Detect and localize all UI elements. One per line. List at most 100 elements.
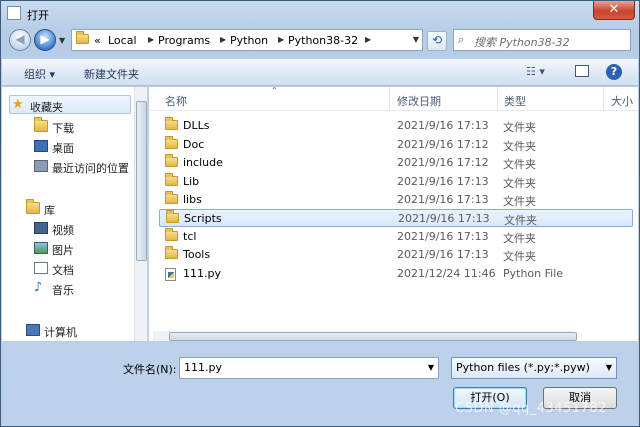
nav-item-computer[interactable]: 计算机 xyxy=(26,322,147,340)
dialog-footer: 文件名(N): 111.py ▼ Python files (*.py;*.py… xyxy=(1,343,639,427)
file-name: include xyxy=(183,156,223,169)
folder-icon xyxy=(165,173,178,186)
breadcrumb-prefix[interactable]: « xyxy=(94,34,101,47)
filename-input[interactable]: 111.py ▼ xyxy=(179,357,439,379)
file-name: Tools xyxy=(183,248,211,261)
back-arrow-icon: ◀ xyxy=(15,32,25,46)
open-file-dialog: 打开 ✕ ◀ ▶ ▼ « Local ▶ Programs ▶ Python ▶… xyxy=(0,0,640,427)
search-placeholder: 搜索 Python38-32 xyxy=(474,36,570,49)
nav-scrollbar[interactable] xyxy=(134,87,147,341)
search-input[interactable]: ⌕ 搜索 Python38-32 xyxy=(453,29,631,51)
search-icon: ⌕ xyxy=(458,33,465,46)
file-row[interactable]: libs 2021/9/16 17:13 文件夹 xyxy=(159,191,633,209)
nav-label: 视频 xyxy=(52,224,74,237)
file-type: 文件夹 xyxy=(503,121,536,134)
file-row[interactable]: Tools 2021/9/16 17:13 文件夹 xyxy=(159,246,633,264)
column-divider[interactable] xyxy=(603,87,604,111)
nav-label: 收藏夹 xyxy=(30,101,63,114)
folder-icon xyxy=(165,191,178,204)
python-file-icon xyxy=(165,268,176,281)
file-date: 2021/12/24 11:46 xyxy=(397,267,496,280)
address-bar[interactable]: « Local ▶ Programs ▶ Python ▶ Python38-3… xyxy=(71,29,423,51)
refresh-icon: ⟲ xyxy=(431,33,443,47)
library-icon xyxy=(26,199,40,214)
file-date: 2021/9/16 17:13 xyxy=(397,230,489,243)
nav-label: 库 xyxy=(44,204,55,217)
chevron-down-icon[interactable]: ▼ xyxy=(606,363,612,372)
music-icon: ♪ xyxy=(34,280,43,295)
column-header-type[interactable]: 类型 xyxy=(504,93,526,109)
nav-item-documents[interactable]: 文档 xyxy=(34,260,147,278)
recent-pages-dropdown-icon[interactable]: ▼ xyxy=(59,36,65,45)
folder-icon xyxy=(165,228,178,241)
file-type-filter[interactable]: Python files (*.py;*.pyw) ▼ xyxy=(451,357,617,379)
nav-label: 下载 xyxy=(52,122,74,135)
star-icon: ★ xyxy=(12,97,24,112)
navigation-pane: ★ 收藏夹 下载 桌面 最近访问的位置 库 视频 图片 文档 ♪ 音乐 计算机 xyxy=(2,87,148,341)
filename-label: 文件名(N): xyxy=(123,363,177,376)
address-dropdown-icon[interactable]: ▼ xyxy=(413,35,419,44)
dialog-icon xyxy=(7,6,21,20)
preview-pane-button[interactable] xyxy=(575,65,589,77)
file-type: 文件夹 xyxy=(503,232,536,245)
nav-item-favorites[interactable]: ★ 收藏夹 xyxy=(12,97,142,115)
change-view-button[interactable]: ☷ ▾ xyxy=(526,65,545,78)
video-icon xyxy=(34,222,48,234)
recent-places-icon xyxy=(34,160,48,172)
file-name: 111.py xyxy=(183,267,221,280)
help-button[interactable]: ? xyxy=(606,64,622,80)
title-bar[interactable]: 打开 ✕ xyxy=(1,1,639,27)
breadcrumb-separator-icon[interactable]: ▶ xyxy=(278,35,284,44)
breadcrumb-separator-icon[interactable]: ▶ xyxy=(148,35,154,44)
folder-icon xyxy=(166,210,179,223)
folder-icon xyxy=(165,154,178,167)
folder-icon xyxy=(165,246,178,259)
file-name: tcl xyxy=(183,230,197,243)
chevron-down-icon[interactable]: ▼ xyxy=(428,363,434,372)
organize-button[interactable]: 组织 ▾ xyxy=(24,66,55,82)
horizontal-scrollbar-thumb[interactable] xyxy=(169,332,577,341)
forward-button[interactable]: ▶ xyxy=(34,29,56,51)
nav-item-pictures[interactable]: 图片 xyxy=(34,240,147,258)
file-row[interactable]: tcl 2021/9/16 17:13 文件夹 xyxy=(159,228,633,246)
watermark: CSDN @qq_43451782 xyxy=(455,401,607,416)
file-name: DLLs xyxy=(183,119,210,132)
column-header-name[interactable]: 名称 xyxy=(165,93,187,109)
nav-item-videos[interactable]: 视频 xyxy=(34,220,147,238)
nav-item-desktop[interactable]: 桌面 xyxy=(34,138,147,156)
refresh-button[interactable]: ⟲ xyxy=(427,31,447,51)
column-divider[interactable] xyxy=(497,87,498,111)
file-row[interactable]: 111.py 2021/12/24 11:46 Python File xyxy=(159,265,633,283)
nav-scrollbar-thumb[interactable] xyxy=(136,101,147,261)
breadcrumb-programs[interactable]: Programs xyxy=(158,34,210,47)
breadcrumb-separator-icon[interactable]: ▶ xyxy=(365,35,371,44)
column-header-size[interactable]: 大小 xyxy=(611,93,633,109)
file-name: Lib xyxy=(183,175,200,188)
back-button[interactable]: ◀ xyxy=(9,29,31,51)
nav-item-music[interactable]: ♪ 音乐 xyxy=(34,280,147,298)
pictures-icon xyxy=(34,242,48,254)
close-button[interactable]: ✕ xyxy=(593,1,635,20)
file-date: 2021/9/16 17:13 xyxy=(398,212,490,225)
horizontal-scrollbar[interactable] xyxy=(153,331,577,341)
nav-item-recent-places[interactable]: 最近访问的位置 xyxy=(34,158,147,176)
file-row[interactable]: DLLs 2021/9/16 17:13 文件夹 xyxy=(159,117,633,135)
filename-value: 111.py xyxy=(184,361,222,374)
file-row[interactable]: Doc 2021/9/16 17:12 文件夹 xyxy=(159,136,633,154)
column-divider[interactable] xyxy=(389,87,390,111)
nav-item-libraries[interactable]: 库 xyxy=(26,199,147,218)
breadcrumb-python[interactable]: Python xyxy=(230,34,268,47)
breadcrumb-python38-32[interactable]: Python38-32 xyxy=(288,34,358,47)
breadcrumb-local[interactable]: Local xyxy=(108,34,137,47)
sort-ascending-icon: ⌃ xyxy=(271,87,278,95)
breadcrumb-separator-icon[interactable]: ▶ xyxy=(220,35,226,44)
file-row-selected[interactable]: Scripts 2021/9/16 17:13 文件夹 xyxy=(159,209,633,227)
download-folder-icon xyxy=(34,117,48,132)
nav-item-downloads[interactable]: 下载 xyxy=(34,117,147,136)
file-row[interactable]: Lib 2021/9/16 17:13 文件夹 xyxy=(159,173,633,191)
column-header-date[interactable]: 修改日期 xyxy=(397,93,441,109)
file-date: 2021/9/16 17:13 xyxy=(397,193,489,206)
file-row[interactable]: include 2021/9/16 17:12 文件夹 xyxy=(159,154,633,172)
new-folder-button[interactable]: 新建文件夹 xyxy=(84,66,139,82)
file-type: 文件夹 xyxy=(503,140,536,153)
